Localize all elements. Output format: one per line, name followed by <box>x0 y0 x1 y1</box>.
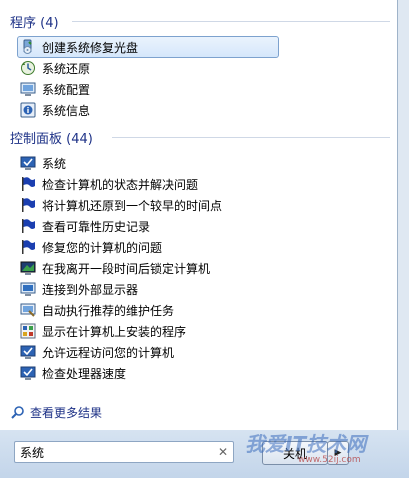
result-item-restore-earlier-point[interactable]: 将计算机还原到一个较早的时间点 <box>18 195 278 215</box>
result-item-reliability-history[interactable]: 查看可靠性历史记录 <box>18 216 278 236</box>
troubleshoot-icon <box>20 302 36 318</box>
result-item-check-status[interactable]: 检查计算机的状态并解决问题 <box>18 174 278 194</box>
programs-divider <box>72 21 390 22</box>
system-restore-icon <box>20 60 36 76</box>
result-item-label: 系统 <box>42 156 67 171</box>
result-item-label: 系统信息 <box>42 103 91 118</box>
result-item-external-display[interactable]: 连接到外部显示器 <box>18 279 278 299</box>
result-item-allow-remote-access[interactable]: 允许远程访问您的计算机 <box>18 342 278 362</box>
result-item-installed-programs[interactable]: 显示在计算机上安装的程序 <box>18 321 278 341</box>
result-item-processor-speed[interactable]: 检查处理器速度 <box>18 363 278 383</box>
result-item-label: 修复您的计算机的问题 <box>42 240 163 255</box>
result-item-label: 允许远程访问您的计算机 <box>42 345 175 360</box>
result-item-maintenance-tasks[interactable]: 自动执行推荐的维护任务 <box>18 300 278 320</box>
see-more-results-link[interactable]: 查看更多结果 <box>10 404 102 421</box>
result-item-system-restore[interactable]: 系统还原 <box>18 58 278 78</box>
watermark-text: 我爱IT技术网 <box>245 432 367 456</box>
system-config-icon <box>20 81 36 97</box>
programs-section-title: 程序 (4) <box>10 16 59 31</box>
result-item-label: 查看可靠性历史记录 <box>42 219 151 234</box>
result-item-system-information[interactable]: 系统信息 <box>18 100 278 120</box>
action-center-flag-icon <box>20 176 36 192</box>
result-item-label: 系统配置 <box>42 82 91 97</box>
action-center-flag-icon <box>20 197 36 213</box>
system-monitor-check-icon <box>20 155 36 171</box>
search-box[interactable]: ✕ <box>14 441 234 463</box>
magnifier-icon <box>10 405 26 421</box>
result-item-label: 在我离开一段时间后锁定计算机 <box>42 261 211 276</box>
clear-search-icon[interactable]: ✕ <box>218 445 228 459</box>
control-panel-section-title: 控制面板 (44) <box>10 132 93 147</box>
result-item-label: 检查处理器速度 <box>42 366 127 381</box>
result-item-create-repair-disc[interactable]: 创建系统修复光盘 <box>17 36 279 58</box>
result-item-label: 将计算机还原到一个较早的时间点 <box>42 198 223 213</box>
action-center-flag-icon <box>20 218 36 234</box>
search-input[interactable] <box>15 443 210 461</box>
result-item-lock-after-idle[interactable]: 在我离开一段时间后锁定计算机 <box>18 258 278 278</box>
result-item-label: 检查计算机的状态并解决问题 <box>42 177 199 192</box>
action-center-flag-icon <box>20 239 36 255</box>
result-item-label: 自动执行推荐的维护任务 <box>42 303 175 318</box>
result-item-label: 系统还原 <box>42 61 91 76</box>
result-item-label: 连接到外部显示器 <box>42 282 139 297</box>
screensaver-icon <box>20 260 36 276</box>
see-more-results-label: 查看更多结果 <box>30 406 103 420</box>
result-item-system[interactable]: 系统 <box>18 153 278 173</box>
control-panel-divider <box>112 137 390 138</box>
watermark-url: www.52ij.com <box>298 455 361 465</box>
result-item-system-configuration[interactable]: 系统配置 <box>18 79 278 99</box>
result-item-label: 显示在计算机上安装的程序 <box>42 324 187 339</box>
system-monitor-check-icon <box>20 344 36 360</box>
display-icon <box>20 281 36 297</box>
programs-icon <box>20 323 36 339</box>
result-item-fix-problems[interactable]: 修复您的计算机的问题 <box>18 237 278 257</box>
start-menu-results-panel: 程序 (4) 创建系统修复光盘 系统还原 系统配置 系统信息 控制面板 (44)… <box>0 0 398 430</box>
system-info-icon <box>20 102 36 118</box>
disc-repair-icon <box>20 39 36 55</box>
result-item-label: 创建系统修复光盘 <box>42 40 139 55</box>
system-monitor-check-icon <box>20 365 36 381</box>
